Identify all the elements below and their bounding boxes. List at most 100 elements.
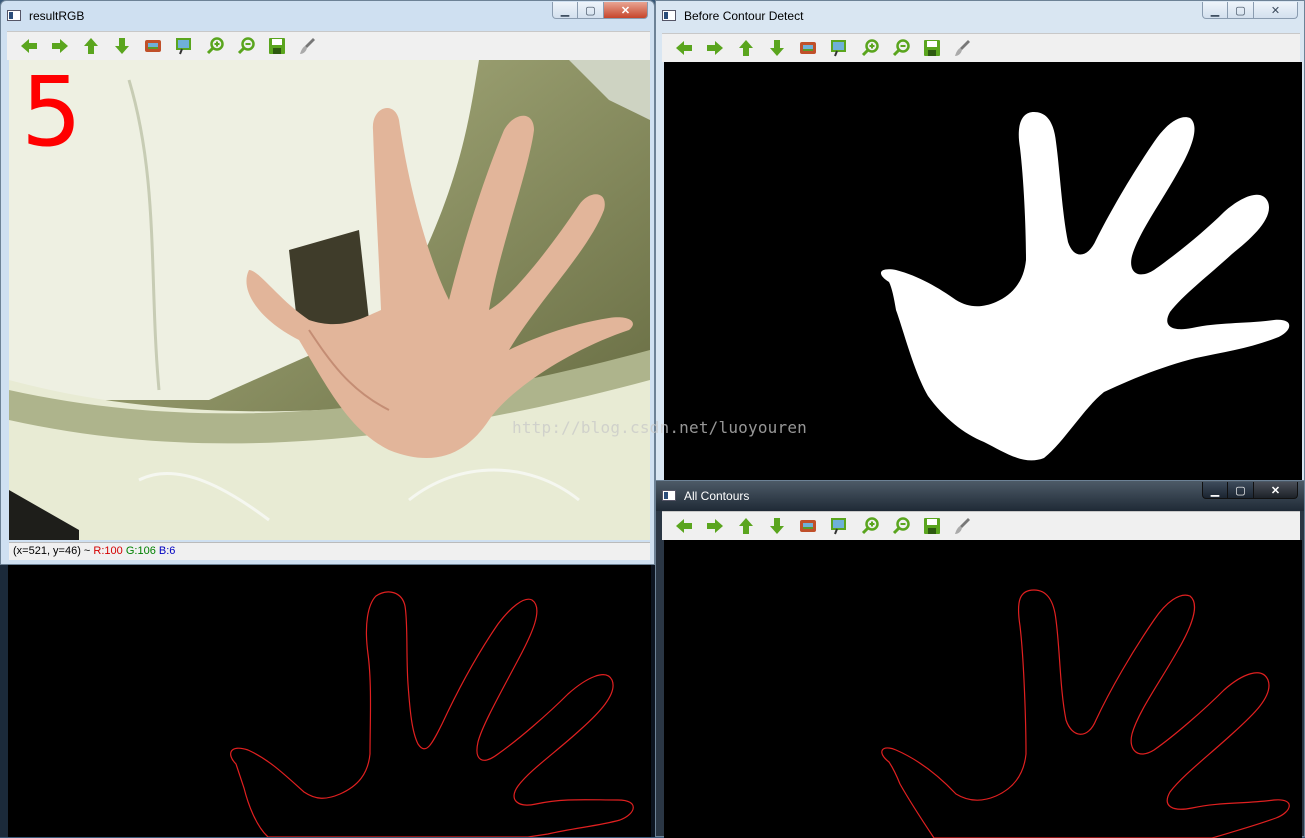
pan-up-icon (738, 518, 753, 534)
properties-button[interactable] (947, 35, 978, 61)
properties-icon (954, 518, 970, 534)
minimize-button[interactable]: ▁ (552, 2, 578, 19)
status-r: R:100 (93, 545, 123, 557)
pan-left-icon (675, 41, 692, 55)
zoom-in-button[interactable] (199, 33, 230, 59)
zoom-out-icon (892, 517, 910, 535)
maximize-button[interactable]: ▢ (1228, 482, 1254, 499)
before-contour-toolbar (662, 33, 1300, 62)
all-contours-titlebar[interactable]: All Contours ▁ ▢ ✕ (656, 481, 1304, 511)
caption-buttons: ▁ ▢ ✕ (1202, 2, 1298, 20)
pan-down-button[interactable] (761, 35, 792, 61)
finger-count-label: 5 (21, 60, 83, 168)
contour-canvas (664, 540, 1302, 838)
pan-left-icon (20, 39, 37, 53)
properties-button[interactable] (292, 33, 323, 59)
zoom-original-button[interactable] (823, 513, 854, 539)
pan-down-button[interactable] (761, 513, 792, 539)
status-g: G:106 (125, 545, 156, 557)
background-contour-canvas (8, 564, 651, 837)
window-icon (7, 10, 21, 21)
pan-down-icon (769, 40, 784, 56)
pan-down-button[interactable] (106, 33, 137, 59)
camera-image: 5 (9, 60, 650, 540)
save-icon (923, 518, 940, 534)
status-bar: (x=521, y=46) ~ R:100 G:106 B:6 (9, 542, 650, 560)
caption-buttons: ▁ ▢ ✕ (1202, 482, 1298, 500)
zoom-out-button[interactable] (885, 35, 916, 61)
caption-buttons: ▁ ▢ ✕ (552, 2, 648, 20)
save-button[interactable] (916, 35, 947, 61)
properties-icon (299, 38, 315, 54)
maximize-button[interactable]: ▢ (1228, 2, 1254, 19)
zoom-original-icon (830, 518, 846, 535)
pan-up-button[interactable] (730, 513, 761, 539)
zoom-fit-button[interactable] (137, 33, 168, 59)
zoom-in-icon (861, 39, 879, 57)
save-icon (923, 40, 940, 56)
all-contours-toolbar (662, 511, 1300, 540)
desktop-edge (0, 560, 8, 837)
pan-left-icon (675, 519, 692, 533)
window-icon (662, 10, 676, 21)
result-rgb-toolbar (7, 31, 650, 60)
watermark-text: http://blog.csdn.net/luoyouren (512, 418, 807, 437)
zoom-original-button[interactable] (823, 35, 854, 61)
window-title: All Contours (684, 489, 750, 503)
result-rgb-window: resultRGB ▁ ▢ ✕ 5 (x=521, y=46) ~ R:100 … (0, 0, 655, 565)
close-button[interactable]: ✕ (1254, 2, 1298, 19)
pan-left-button[interactable] (668, 35, 699, 61)
zoom-fit-button[interactable] (792, 513, 823, 539)
zoom-fit-icon (144, 40, 161, 52)
pan-left-button[interactable] (13, 33, 44, 59)
pan-up-icon (83, 38, 98, 54)
save-button[interactable] (261, 33, 292, 59)
pan-up-icon (738, 40, 753, 56)
result-rgb-titlebar[interactable]: resultRGB ▁ ▢ ✕ (1, 1, 654, 31)
save-icon (268, 38, 285, 54)
status-b: B:6 (158, 545, 176, 557)
zoom-fit-icon (799, 42, 816, 54)
pan-up-button[interactable] (730, 35, 761, 61)
zoom-in-button[interactable] (854, 513, 885, 539)
pan-right-button[interactable] (699, 35, 730, 61)
zoom-out-button[interactable] (230, 33, 261, 59)
pan-right-icon (51, 39, 68, 53)
pan-down-icon (769, 518, 784, 534)
pan-right-icon (706, 519, 723, 533)
minimize-button[interactable]: ▁ (1202, 2, 1228, 19)
status-coords: (x=521, y=46) ~ (13, 545, 91, 557)
all-contours-window: All Contours ▁ ▢ ✕ (655, 480, 1305, 838)
zoom-original-icon (830, 40, 846, 57)
window-title: resultRGB (29, 9, 85, 23)
before-contour-window: Before Contour Detect ▁ ▢ ✕ (655, 0, 1305, 484)
minimize-button[interactable]: ▁ (1202, 482, 1228, 499)
hand-contour-left (230, 591, 634, 837)
pan-down-icon (114, 38, 129, 54)
zoom-original-button[interactable] (168, 33, 199, 59)
zoom-fit-icon (799, 520, 816, 532)
pan-left-button[interactable] (668, 513, 699, 539)
pan-right-button[interactable] (44, 33, 75, 59)
save-button[interactable] (916, 513, 947, 539)
zoom-out-icon (892, 39, 910, 57)
zoom-in-icon (206, 37, 224, 55)
pan-up-button[interactable] (75, 33, 106, 59)
zoom-out-icon (237, 37, 255, 55)
zoom-out-button[interactable] (885, 513, 916, 539)
background-contour-window (0, 560, 660, 837)
before-contour-titlebar[interactable]: Before Contour Detect ▁ ▢ ✕ (656, 1, 1304, 31)
close-button[interactable]: ✕ (1254, 482, 1298, 499)
zoom-in-icon (861, 517, 879, 535)
zoom-in-button[interactable] (854, 35, 885, 61)
zoom-fit-button[interactable] (792, 35, 823, 61)
window-icon (662, 490, 676, 501)
properties-button[interactable] (947, 513, 978, 539)
window-title: Before Contour Detect (684, 9, 804, 23)
maximize-button[interactable]: ▢ (578, 2, 604, 19)
properties-icon (954, 40, 970, 56)
camera-frame-illustration (9, 60, 650, 540)
zoom-original-icon (175, 38, 191, 55)
close-button[interactable]: ✕ (604, 2, 648, 19)
pan-right-button[interactable] (699, 513, 730, 539)
